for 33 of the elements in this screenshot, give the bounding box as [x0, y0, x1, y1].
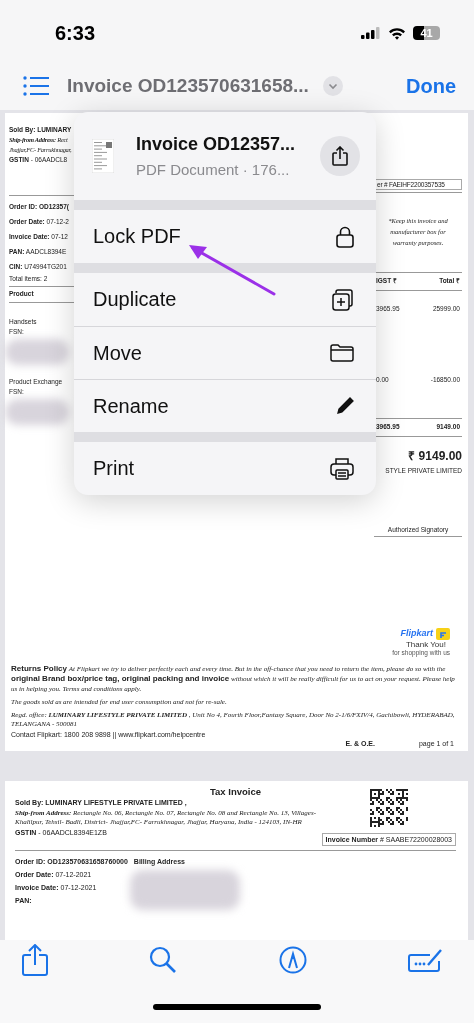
form-fill-icon[interactable]	[408, 947, 444, 973]
brand-logo-text: Flipkart	[400, 628, 433, 638]
shopping-bag-icon	[436, 626, 450, 640]
status-time: 6:33	[55, 21, 96, 45]
page-title: Tax Invoice	[208, 786, 262, 797]
blurred-region	[5, 399, 69, 425]
menu-item[interactable]: Lock PDF	[74, 210, 376, 263]
menu-item[interactable]: Move	[74, 326, 376, 379]
folder-icon	[330, 344, 354, 362]
duplicate-icon	[332, 288, 354, 311]
markup-icon[interactable]	[278, 946, 307, 974]
pencil-icon	[336, 397, 354, 415]
menu-item[interactable]: Print	[74, 442, 376, 495]
blurred-region	[5, 339, 69, 365]
share-icon[interactable]	[22, 944, 48, 976]
grand-total: ₹ 9149.00	[407, 448, 462, 464]
document-title[interactable]: Invoice OD123570631658...	[67, 75, 309, 97]
file-info: PDF Document · 176...	[136, 161, 291, 178]
search-icon[interactable]	[149, 946, 178, 974]
menu-item[interactable]: Duplicate	[74, 273, 376, 326]
done-button[interactable]: Done	[406, 74, 456, 98]
thank-you-text: Thank You!	[405, 640, 446, 649]
lock-icon	[336, 225, 354, 248]
printer-icon	[330, 457, 354, 480]
share-button[interactable]	[320, 136, 360, 176]
wifi-icon	[388, 26, 406, 40]
share-icon	[332, 146, 348, 166]
qr-code	[369, 789, 408, 827]
document-thumbnail-icon	[92, 139, 114, 173]
file-name: Invoice OD12357...	[136, 134, 297, 155]
chevron-down-icon[interactable]	[322, 76, 343, 96]
list-icon[interactable]	[23, 76, 49, 96]
signal-icon	[361, 27, 381, 39]
